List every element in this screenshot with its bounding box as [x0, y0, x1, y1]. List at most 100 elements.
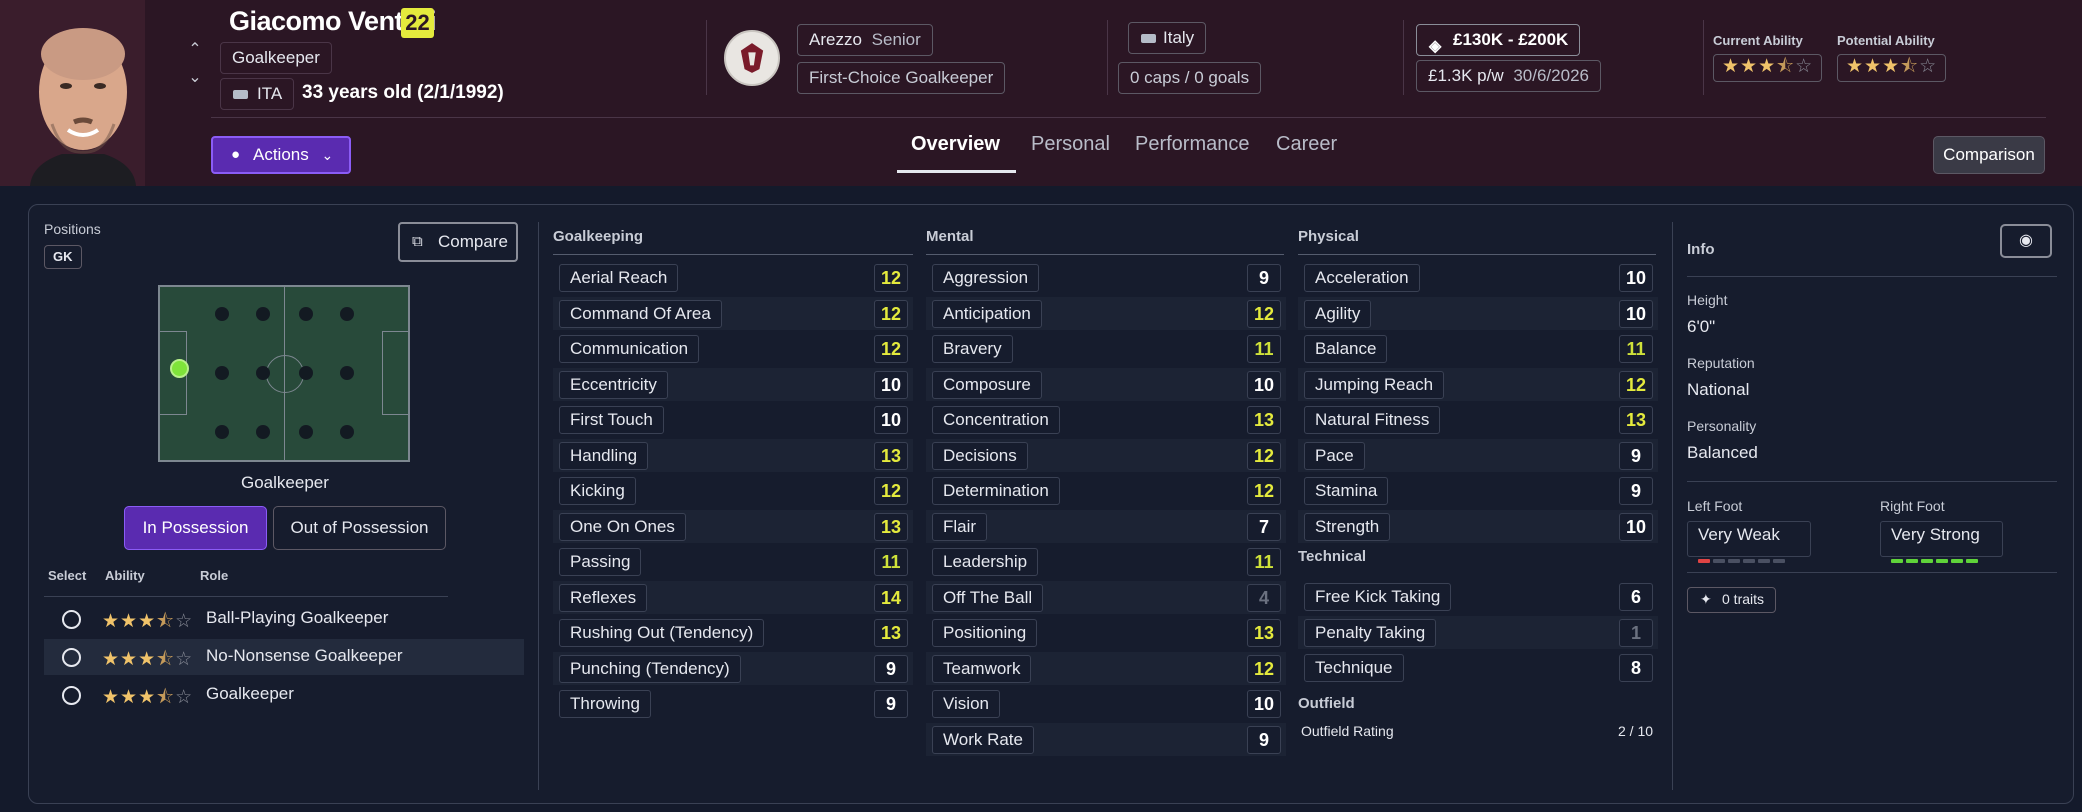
- sparkle-icon: ✦: [1700, 591, 1712, 607]
- right-foot-bars: [1891, 548, 1981, 563]
- player-nav-arrows[interactable]: ⌃ ⌄: [188, 36, 202, 92]
- attribute-row[interactable]: Balance 11: [1298, 332, 1658, 365]
- attribute-row[interactable]: Decisions 12: [926, 438, 1286, 472]
- traits-chip[interactable]: ✦ 0 traits: [1687, 587, 1777, 613]
- attribute-row[interactable]: Kicking 12: [553, 474, 913, 507]
- attribute-value: 9: [1247, 725, 1281, 754]
- attribute-row[interactable]: Strength 10: [1298, 509, 1658, 543]
- attribute-row[interactable]: Work Rate 9: [926, 722, 1286, 756]
- attribute-row[interactable]: Jumping Reach 12: [1298, 367, 1658, 401]
- attribute-row[interactable]: Anticipation 12: [926, 296, 1286, 330]
- attribute-row[interactable]: Pace 9: [1298, 438, 1658, 472]
- attribute-row[interactable]: Aggression 9: [926, 261, 1286, 294]
- outfield-title: Outfield: [1298, 695, 1355, 712]
- position-dot[interactable]: [299, 425, 313, 439]
- attribute-row[interactable]: Determination 12: [926, 474, 1286, 507]
- position-dot[interactable]: [299, 366, 313, 380]
- attribute-row[interactable]: Reflexes 14: [553, 580, 913, 614]
- out-of-possession-button[interactable]: Out of Possession: [273, 506, 446, 550]
- attribute-row[interactable]: Technique 8: [1298, 651, 1658, 684]
- attribute-row[interactable]: Communication 12: [553, 332, 913, 365]
- club-crest[interactable]: [724, 30, 780, 86]
- attribute-name: Technique: [1304, 654, 1404, 682]
- attribute-value: 9: [1619, 441, 1653, 470]
- attribute-row[interactable]: Handling 13: [553, 438, 913, 472]
- attribute-row[interactable]: Bravery 11: [926, 332, 1286, 365]
- left-foot-value: Very Weak: [1698, 525, 1780, 544]
- physical-title: Physical: [1298, 228, 1359, 245]
- position-dot[interactable]: [215, 366, 229, 380]
- tab-overview[interactable]: Overview: [911, 133, 1000, 156]
- attribute-row[interactable]: Aerial Reach 12: [553, 261, 913, 294]
- club-chip[interactable]: Arezzo Senior: [797, 24, 933, 56]
- attribute-row[interactable]: Stamina 9: [1298, 474, 1658, 507]
- in-possession-button[interactable]: In Possession: [124, 506, 267, 550]
- attribute-value: 11: [874, 548, 908, 576]
- foot-strength-segment: [1758, 559, 1770, 563]
- attribute-name: Off The Ball: [932, 583, 1044, 612]
- attribute-row[interactable]: Concentration 13: [926, 403, 1286, 436]
- attribute-value: 1: [1619, 618, 1653, 647]
- attribute-row[interactable]: Command Of Area 12: [553, 296, 913, 330]
- position-dot[interactable]: [299, 307, 313, 321]
- goalkeeper-position-dot[interactable]: [170, 359, 189, 378]
- role-row[interactable]: ★★★⯪☆ No-Nonsense Goalkeeper: [44, 639, 524, 675]
- ability-column-header: Ability: [105, 568, 145, 583]
- attribute-row[interactable]: Natural Fitness 13: [1298, 403, 1658, 436]
- comparison-button[interactable]: Comparison: [1933, 136, 2045, 174]
- attribute-name: Rushing Out (Tendency): [559, 619, 765, 647]
- next-player-icon[interactable]: ⌄: [188, 64, 202, 92]
- attribute-name: Decisions: [932, 441, 1028, 470]
- actions-button[interactable]: ● Actions ⌄: [211, 136, 351, 174]
- left-foot-rating: Very Weak: [1687, 521, 1811, 563]
- role-radio[interactable]: [62, 648, 81, 667]
- attribute-name: Punching (Tendency): [559, 654, 741, 683]
- position-dot[interactable]: [215, 307, 229, 321]
- role-row[interactable]: ★★★⯪☆ Ball-Playing Goalkeeper: [44, 601, 524, 637]
- squad-number-badge: 22: [401, 8, 434, 38]
- attribute-row[interactable]: Free Kick Taking 6: [1298, 580, 1658, 613]
- attribute-value: 4: [1247, 583, 1281, 612]
- position-dot[interactable]: [256, 425, 270, 439]
- attribute-row[interactable]: Passing 11: [553, 545, 913, 578]
- attribute-value: 13: [1619, 406, 1653, 434]
- position-dot[interactable]: [256, 366, 270, 380]
- attribute-row[interactable]: Leadership 11: [926, 545, 1286, 578]
- attribute-row[interactable]: Positioning 13: [926, 616, 1286, 649]
- attribute-row[interactable]: Punching (Tendency) 9: [553, 651, 913, 685]
- attribute-row[interactable]: Agility 10: [1298, 296, 1658, 330]
- position-dot[interactable]: [340, 425, 354, 439]
- attribute-row[interactable]: Off The Ball 4: [926, 580, 1286, 614]
- attribute-row[interactable]: Flair 7: [926, 509, 1286, 543]
- position-dot[interactable]: [215, 425, 229, 439]
- attribute-row[interactable]: Throwing 9: [553, 687, 913, 720]
- role-radio[interactable]: [62, 686, 81, 705]
- attribute-row[interactable]: Composure 10: [926, 367, 1286, 401]
- position-dot[interactable]: [340, 366, 354, 380]
- position-dot[interactable]: [256, 307, 270, 321]
- role-row[interactable]: ★★★⯪☆ Goalkeeper: [44, 677, 524, 713]
- personality-icon-button[interactable]: ◉: [2000, 224, 2052, 258]
- compare-button[interactable]: ⧉ Compare: [398, 222, 518, 262]
- foot-strength-segment: [1966, 559, 1978, 563]
- role-radio[interactable]: [62, 610, 81, 629]
- attribute-row[interactable]: Penalty Taking 1: [1298, 615, 1658, 649]
- attribute-row[interactable]: One On Ones 13: [553, 509, 913, 543]
- column-divider: [538, 222, 539, 790]
- attribute-value: 12: [874, 335, 908, 363]
- attribute-row[interactable]: Vision 10: [926, 687, 1286, 720]
- tab-personal[interactable]: Personal: [1031, 133, 1110, 156]
- attribute-row[interactable]: Acceleration 10: [1298, 261, 1658, 294]
- previous-player-icon[interactable]: ⌃: [188, 36, 202, 64]
- attribute-row[interactable]: Rushing Out (Tendency) 13: [553, 616, 913, 649]
- attribute-row[interactable]: First Touch 10: [553, 403, 913, 436]
- country-chip[interactable]: Italy: [1128, 22, 1207, 54]
- position-dot[interactable]: [340, 307, 354, 321]
- attribute-row[interactable]: Eccentricity 10: [553, 367, 913, 401]
- tab-performance[interactable]: Performance: [1135, 133, 1250, 156]
- attribute-row[interactable]: Teamwork 12: [926, 651, 1286, 685]
- role-ability-stars: ★★★⯪☆: [102, 649, 194, 670]
- tab-career[interactable]: Career: [1276, 133, 1337, 156]
- attribute-value: 10: [1247, 690, 1281, 718]
- right-foot-value: Very Strong: [1891, 525, 1980, 544]
